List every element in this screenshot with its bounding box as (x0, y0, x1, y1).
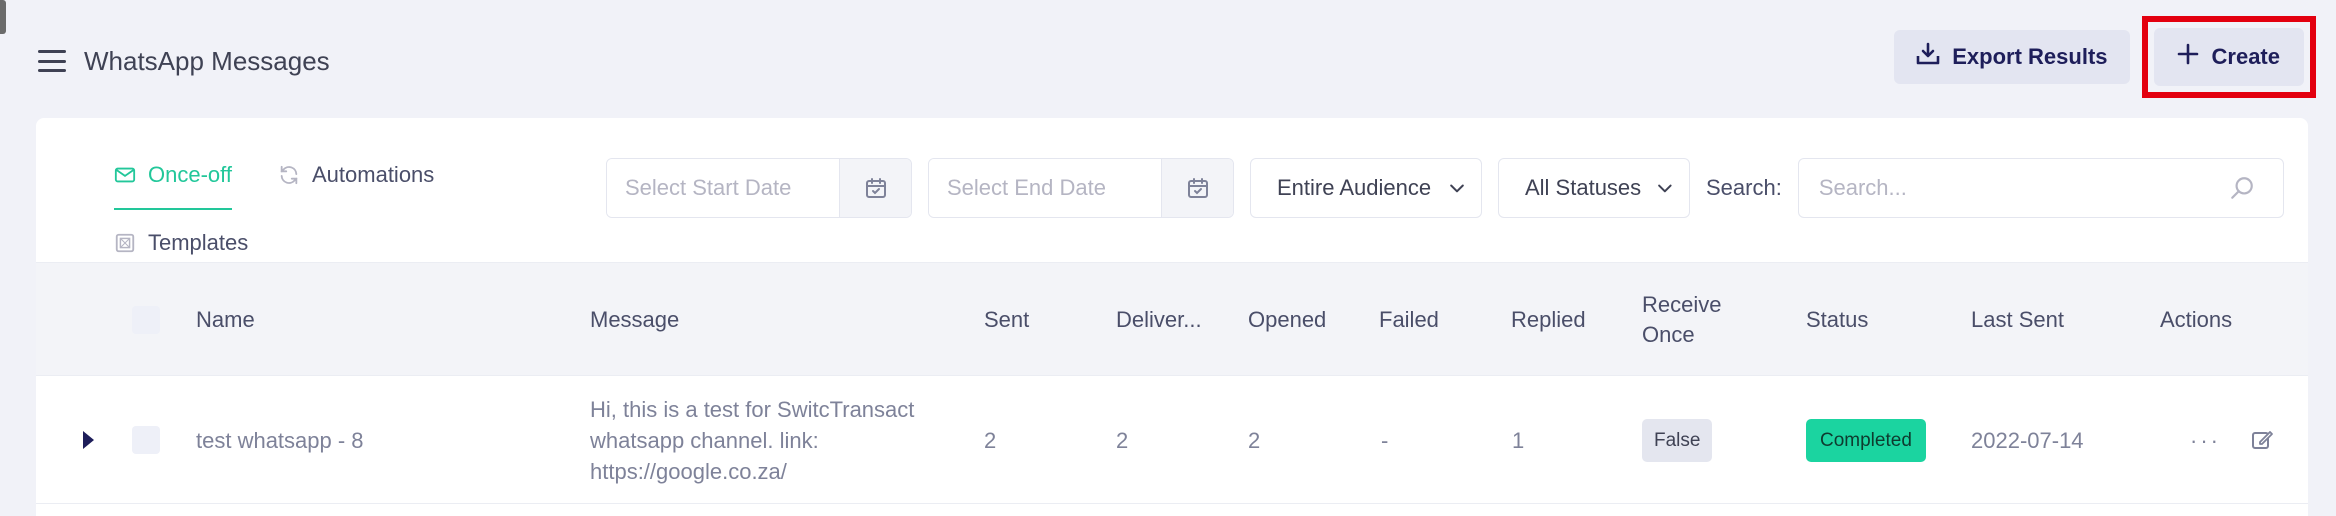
column-replied[interactable]: Replied (1511, 263, 1586, 377)
start-date-calendar-button[interactable] (839, 159, 911, 217)
search-field (1797, 158, 2284, 218)
status-select-value: All Statuses (1525, 175, 1642, 200)
page-header: WhatsApp Messages Export Results Create (38, 16, 2316, 98)
filters-bar: Entire Audience All Statuses Search: (606, 158, 2284, 218)
chevron-down-icon (1658, 184, 1672, 193)
end-date-input[interactable] (929, 159, 1161, 217)
row-message: Hi, this is a test for SwitcTransact wha… (590, 376, 914, 504)
plus-icon (2176, 42, 2200, 72)
row-failed: - (1381, 427, 1389, 453)
export-results-label: Export Results (1952, 44, 2108, 69)
template-icon (115, 233, 135, 253)
edge-handle (0, 0, 6, 34)
column-message[interactable]: Message (590, 263, 679, 377)
start-date-input[interactable] (607, 159, 839, 217)
export-results-button[interactable]: Export Results (1894, 30, 2130, 84)
row-opened: 2 (1248, 427, 1261, 453)
column-receive-once-line2: Once (1642, 322, 1695, 347)
envelope-icon (114, 167, 136, 183)
row-sent: 2 (984, 427, 997, 453)
column-delivered[interactable]: Deliver... (1116, 263, 1202, 377)
row-last-sent: 2022-07-14 (1971, 427, 2084, 453)
audience-select[interactable]: Entire Audience (1250, 158, 1482, 218)
calendar-icon (865, 178, 886, 198)
column-receive-once-line1: Receive (1642, 292, 1722, 317)
row-delivered: 2 (1116, 427, 1129, 453)
caret-right-icon[interactable] (83, 376, 94, 504)
hamburger-icon[interactable] (38, 50, 66, 72)
column-sent[interactable]: Sent (984, 263, 1029, 377)
column-failed[interactable]: Failed (1379, 263, 1439, 377)
calendar-icon (1187, 178, 1208, 198)
create-button[interactable]: Create (2153, 28, 2304, 86)
page-title: WhatsApp Messages (84, 45, 330, 76)
search-input[interactable] (1818, 175, 2229, 201)
start-date-picker (606, 158, 912, 218)
tab-automations[interactable]: Automations (278, 162, 434, 188)
tab-automations-label: Automations (312, 162, 435, 187)
row-replied: 1 (1512, 427, 1525, 453)
table-header: Name Message Sent Deliver... Opened Fail… (36, 262, 2308, 376)
create-label: Create (2211, 44, 2280, 69)
search-label: Search: (1706, 175, 1782, 200)
download-icon (1916, 42, 1940, 72)
row-message-line1: Hi, this is a test for SwitcTransact (590, 396, 915, 422)
chevron-down-icon (1450, 184, 1464, 193)
status-select[interactable]: All Statuses (1498, 158, 1690, 218)
table-row: test whatsapp - 8 Hi, this is a test for… (36, 376, 2308, 504)
row-message-line3: https://google.co.za/ (590, 458, 787, 484)
tab-templates[interactable]: Templates (114, 230, 248, 256)
create-button-highlight: Create (2141, 16, 2316, 98)
column-last-sent[interactable]: Last Sent (1971, 263, 2064, 377)
column-receive-once[interactable]: Receive Once (1642, 263, 1721, 377)
audience-select-value: Entire Audience (1277, 175, 1432, 200)
column-opened[interactable]: Opened (1248, 263, 1326, 377)
column-name[interactable]: Name (196, 263, 255, 377)
column-actions: Actions (2160, 307, 2233, 332)
row-status: Completed (1806, 376, 1926, 504)
receive-once-badge: False (1642, 418, 1713, 462)
tab-once-off-label: Once-off (148, 162, 232, 187)
more-dots-label: ··· (2190, 427, 2221, 453)
row-name[interactable]: test whatsapp - 8 (196, 376, 364, 504)
search-icon[interactable] (2229, 175, 2255, 201)
tab-once-off[interactable]: Once-off (114, 162, 232, 210)
end-date-picker (928, 158, 1234, 218)
more-dots-icon[interactable]: ··· (2190, 376, 2221, 504)
status-badge: Completed (1806, 418, 1926, 462)
end-date-calendar-button[interactable] (1161, 159, 1233, 217)
refresh-icon (280, 165, 298, 185)
edit-icon[interactable] (2250, 376, 2274, 504)
tab-templates-label: Templates (148, 230, 249, 255)
row-receive-once: False (1642, 376, 1713, 504)
row-message-line2: whatsapp channel. link: (590, 427, 819, 453)
select-all-checkbox[interactable] (132, 263, 160, 377)
column-status[interactable]: Status (1806, 263, 1868, 377)
messages-card: Once-off Automations Templates Select St… (36, 118, 2308, 516)
header-actions: Export Results Create (1894, 16, 2316, 98)
row-checkbox[interactable] (132, 376, 160, 504)
